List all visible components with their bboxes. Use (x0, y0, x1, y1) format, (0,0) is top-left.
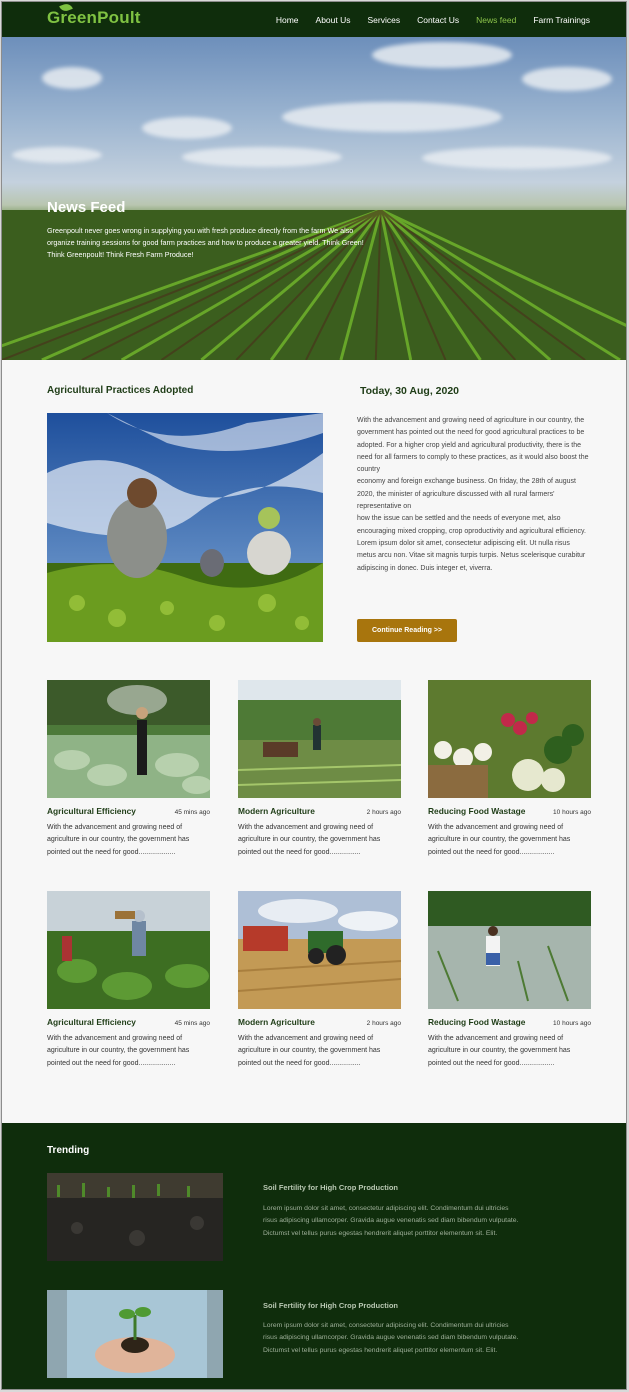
news-card-excerpt: With the advancement and growing need of… (238, 1035, 381, 1067)
trending-item-title[interactable]: Soil Fertility for High Crop Production (263, 1183, 398, 1192)
featured-paragraph: Lorem ipsum dolor sit amet, consectetur … (357, 539, 586, 572)
site-logo[interactable]: GreenPoult (47, 2, 141, 28)
news-card-excerpt: With the advancement and growing need of… (47, 824, 190, 856)
news-card-title: Reducing Food Wastage (428, 1017, 526, 1027)
news-card-title: Agricultural Efficiency (47, 1017, 136, 1027)
page: GreenPoult Home About Us Services Contac… (1, 1, 627, 1390)
nav-services[interactable]: Services (368, 15, 401, 25)
trending-heading: Trending (47, 1145, 90, 1156)
nav-farm-trainings[interactable]: Farm Trainings (533, 15, 590, 25)
trending-item-text: Lorem ipsum dolor sit amet, consectetur … (263, 1205, 519, 1237)
trending-item-image[interactable] (47, 1290, 223, 1378)
nav-about-us[interactable]: About Us (316, 15, 351, 25)
continue-reading-button[interactable]: Continue Reading >> (357, 619, 457, 642)
news-card-title: Modern Agriculture (238, 806, 315, 816)
nav-contact-us[interactable]: Contact Us (417, 15, 459, 25)
featured-article-text: With the advancement and growing need of… (357, 415, 589, 575)
main-menu: Home About Us Services Contact Us News f… (259, 2, 590, 37)
trending-item-title[interactable]: Soil Fertility for High Crop Production (263, 1301, 398, 1310)
trending-item-image[interactable] (47, 1173, 223, 1261)
news-card[interactable]: Reducing Food Wastage 10 hours ago With … (428, 680, 591, 859)
news-card-time: 45 mins ago (174, 809, 210, 816)
news-card-time: 2 hours ago (366, 809, 401, 816)
news-card-image (428, 680, 591, 798)
news-card-image (238, 891, 401, 1009)
nav-news-feed[interactable]: News feed (476, 15, 516, 25)
hero-description: Greenpoult never goes wrong in supplying… (47, 226, 364, 259)
featured-paragraph: adopted. For a higher crop yield and agr… (357, 441, 589, 474)
news-card[interactable]: Modern Agriculture 2 hours ago With the … (238, 891, 401, 1070)
featured-image (47, 413, 323, 642)
top-navbar: GreenPoult Home About Us Services Contac… (2, 2, 626, 37)
news-card[interactable]: Agricultural Efficiency 45 mins ago With… (47, 680, 210, 859)
news-card-image (47, 680, 210, 798)
news-card-excerpt: With the advancement and growing need of… (47, 1035, 190, 1067)
featured-heading: Agricultural Practices Adopted (47, 385, 194, 396)
brand-name: GreenPoult (47, 8, 141, 27)
news-card-time: 10 hours ago (553, 1020, 591, 1027)
featured-date: Today, 30 Aug, 2020 (360, 385, 460, 397)
news-card-time: 2 hours ago (366, 1020, 401, 1027)
news-card-image (428, 891, 591, 1009)
news-card-time: 45 mins ago (174, 1020, 210, 1027)
news-card-excerpt: With the advancement and growing need of… (428, 1035, 571, 1067)
nav-home[interactable]: Home (276, 15, 299, 25)
news-card[interactable]: Agricultural Efficiency 45 mins ago With… (47, 891, 210, 1070)
trending-item-text: Lorem ipsum dolor sit amet, consectetur … (263, 1322, 519, 1354)
news-card-title: Modern Agriculture (238, 1017, 315, 1027)
news-card[interactable]: Modern Agriculture 2 hours ago With the … (238, 680, 401, 859)
news-card-title: Reducing Food Wastage (428, 806, 526, 816)
featured-paragraph: With the advancement and growing need of… (357, 417, 585, 437)
news-card-image (47, 891, 210, 1009)
news-card-excerpt: With the advancement and growing need of… (428, 824, 571, 856)
featured-paragraph: economy and foreign exchange business. O… (357, 478, 576, 511)
news-card-excerpt: With the advancement and growing need of… (238, 824, 381, 856)
news-card-time: 10 hours ago (553, 809, 591, 816)
trending-section: Trending Soil Fertility for High Crop Pr… (2, 1123, 626, 1389)
featured-paragraph: how the issue can be settled and the nee… (357, 515, 586, 535)
news-card[interactable]: Reducing Food Wastage 10 hours ago With … (428, 891, 591, 1070)
hero-banner: News Feed Greenpoult never goes wrong in… (2, 37, 626, 360)
news-card-title: Agricultural Efficiency (47, 806, 136, 816)
hero-title: News Feed (47, 199, 126, 216)
news-card-image (238, 680, 401, 798)
